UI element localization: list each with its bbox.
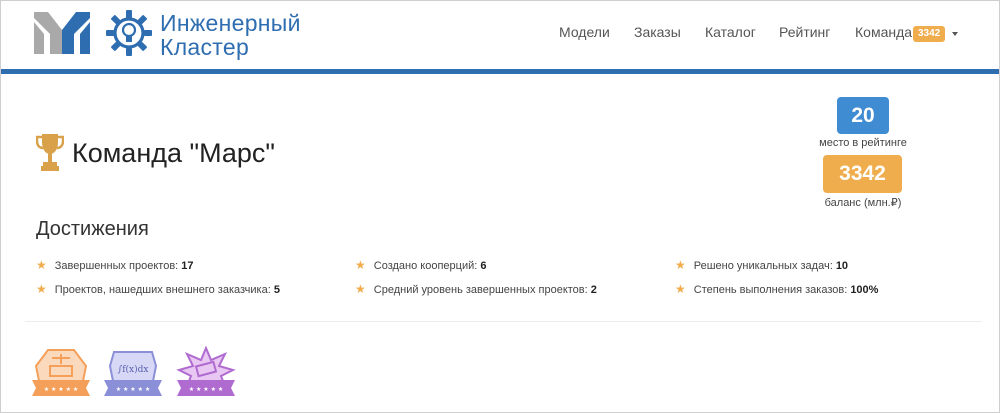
balance-value: 3342	[823, 155, 902, 193]
rank-value: 20	[837, 97, 889, 134]
gear-lightbulb-icon[interactable]	[104, 8, 154, 58]
achievement-item: ★ Проектов, нашедших внешнего заказчика: …	[36, 282, 280, 296]
star-ribbon-badge-icon[interactable]: ★ ★ ★ ★ ★	[175, 346, 237, 404]
achievement-label: Создано кооперций:	[373, 260, 478, 272]
nav-orders[interactable]: Заказы	[634, 24, 681, 40]
brand-name-line2: Кластер	[160, 34, 250, 60]
brand-name-line1: Инженерный	[160, 10, 301, 36]
achievement-item: ★ Решено уникальных задач: 10	[675, 258, 848, 272]
nav-rating[interactable]: Рейтинг	[779, 24, 830, 40]
achievement-item: ★ Степень выполнения заказов: 100%	[675, 282, 878, 296]
brand-name[interactable]: Инженерный Кластер	[160, 11, 301, 59]
svg-text:★ ★ ★ ★ ★: ★ ★ ★ ★ ★	[189, 386, 224, 393]
achievement-item: ★ Создано кооперций: 6	[355, 258, 487, 272]
achievement-label: Степень выполнения заказов:	[693, 284, 848, 296]
achievement-item: ★ Завершенных проектов: 17	[36, 258, 194, 272]
achievement-item: ★ Средний уровень завершенных проектов: 2	[355, 282, 597, 296]
achievement-value: 6	[480, 260, 487, 272]
nav-models[interactable]: Модели	[559, 24, 610, 40]
star-icon: ★	[36, 258, 47, 272]
achievement-label: Средний уровень завершенных проектов:	[373, 284, 588, 296]
section-divider	[25, 321, 982, 322]
header-divider	[1, 69, 999, 74]
achievement-value: 10	[835, 260, 849, 272]
star-icon: ★	[355, 282, 366, 296]
star-icon: ★	[675, 282, 686, 296]
rank-label: место в рейтинге	[819, 137, 907, 149]
svg-text:★ ★ ★ ★ ★: ★ ★ ★ ★ ★	[44, 386, 79, 393]
star-icon: ★	[36, 282, 47, 296]
svg-text:∫f(x)dx: ∫f(x)dx	[118, 364, 149, 375]
star-icon: ★	[355, 258, 366, 272]
caret-down-icon[interactable]	[952, 32, 958, 36]
achievement-value: 2	[590, 284, 597, 296]
achievement-label: Завершенных проектов:	[54, 260, 179, 272]
formula-badge-icon[interactable]: ∫f(x)dx ★ ★ ★ ★ ★	[102, 346, 164, 404]
team-balance-badge[interactable]: 3342	[913, 26, 946, 42]
engineering-badge-icon[interactable]: ★ ★ ★ ★ ★	[30, 346, 92, 404]
balance-label: баланс (млн.₽)	[824, 197, 902, 209]
achievement-value: 5	[273, 284, 280, 296]
achievements-title: Достижения	[36, 218, 149, 240]
achievement-label: Решено уникальных задач:	[693, 260, 833, 272]
svg-text:★ ★ ★ ★ ★: ★ ★ ★ ★ ★	[116, 386, 151, 393]
trophy-icon	[36, 134, 64, 171]
nav-catalog[interactable]: Каталог	[705, 24, 756, 40]
nav-team[interactable]: Команда	[855, 24, 912, 40]
y-logo-icon[interactable]	[34, 12, 90, 54]
achievement-value: 100%	[850, 284, 879, 296]
star-icon: ★	[675, 258, 686, 272]
team-title: Команда "Марс"	[72, 138, 276, 168]
achievement-label: Проектов, нашедших внешнего заказчика:	[54, 284, 271, 296]
achievement-value: 17	[181, 260, 194, 272]
